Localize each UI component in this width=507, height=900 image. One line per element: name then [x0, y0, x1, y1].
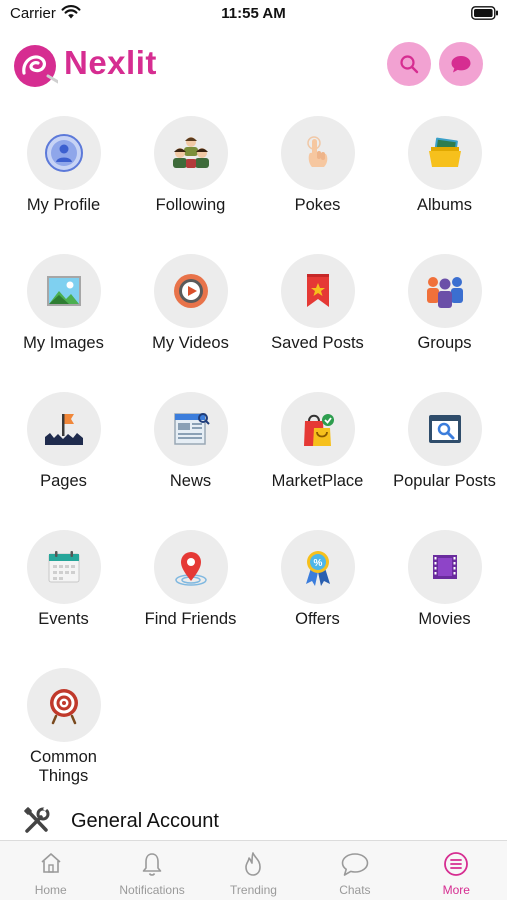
- menu-item-following[interactable]: Following: [127, 116, 254, 215]
- battery-icon: [471, 6, 498, 20]
- tab-more[interactable]: More: [406, 841, 507, 900]
- status-time: 11:55 AM: [221, 5, 286, 22]
- menu-label: Saved Posts: [271, 334, 364, 352]
- menu-label: Pokes: [294, 196, 341, 214]
- chat-icon: [451, 56, 471, 73]
- following-icon: [172, 137, 209, 168]
- menu-item-saved-posts[interactable]: Saved Posts: [254, 254, 381, 353]
- menu-label: Groups: [417, 334, 472, 352]
- chat-bubble-icon: [341, 853, 369, 876]
- marketplace-icon: [303, 414, 334, 446]
- images-icon: [46, 276, 81, 306]
- menu-item-events[interactable]: Events: [0, 530, 127, 629]
- popular-posts-icon: [428, 415, 461, 443]
- news-icon: [173, 413, 210, 445]
- menu-item-popular-posts[interactable]: Popular Posts: [381, 392, 507, 491]
- menu-label: Pages: [40, 472, 87, 490]
- pages-icon: [44, 414, 83, 445]
- menu-label: Following: [155, 196, 226, 214]
- tools-icon: [24, 806, 50, 833]
- menu-item-common-things[interactable]: Common Things: [0, 668, 127, 786]
- menu-item-my-profile[interactable]: My Profile: [0, 116, 127, 215]
- status-bar: Carrier 11:55 AM: [0, 0, 507, 30]
- general-account-row[interactable]: General Account: [0, 804, 507, 840]
- menu-label: Events: [38, 610, 89, 628]
- search-button[interactable]: [387, 42, 431, 86]
- general-account-label: General Account: [71, 810, 219, 832]
- albums-icon: [428, 137, 461, 167]
- menu-item-albums[interactable]: Albums: [381, 116, 507, 215]
- tab-label: Notifications: [119, 883, 185, 897]
- tab-notifications[interactable]: Notifications: [101, 841, 202, 900]
- groups-icon: [426, 277, 463, 308]
- menu-item-my-videos[interactable]: My Videos: [127, 254, 254, 353]
- saved-posts-icon: [306, 274, 329, 307]
- menu-item-movies[interactable]: Movies: [381, 530, 507, 629]
- find-friends-icon: [174, 552, 207, 586]
- chat-button[interactable]: [439, 42, 483, 86]
- tab-label: Chats: [339, 883, 371, 897]
- profile-icon: [44, 134, 83, 172]
- menu-item-news[interactable]: News: [127, 392, 254, 491]
- app-header: Nexlit: [0, 34, 507, 96]
- menu-label: News: [169, 472, 212, 490]
- tab-label: Home: [34, 883, 67, 897]
- flame-icon: [245, 852, 262, 876]
- menu-item-groups[interactable]: Groups: [381, 254, 507, 353]
- menu-item-find-friends[interactable]: Find Friends: [127, 530, 254, 629]
- logo-icon: [14, 45, 58, 87]
- menu-label: Offers: [295, 610, 340, 628]
- common-things-icon: [49, 689, 78, 725]
- menu-item-my-images[interactable]: My Images: [0, 254, 127, 353]
- menu-item-pokes[interactable]: Pokes: [254, 116, 381, 215]
- tab-label: More: [442, 883, 470, 897]
- tab-bar: Home Notifications Trending Chats More: [0, 840, 507, 900]
- menu-label: My Videos: [152, 334, 229, 352]
- offers-icon: %: [305, 551, 330, 586]
- menu-item-offers[interactable]: % Offers: [254, 530, 381, 629]
- videos-icon: [173, 274, 208, 308]
- menu-item-marketplace[interactable]: MarketPlace: [254, 392, 381, 491]
- home-icon: [41, 853, 61, 873]
- tab-chats[interactable]: Chats: [304, 841, 405, 900]
- events-icon: [48, 551, 79, 583]
- menu-label: Common Things: [30, 748, 97, 785]
- menu-icon: [444, 852, 469, 876]
- menu-label: Find Friends: [144, 610, 237, 628]
- tab-home[interactable]: Home: [0, 841, 101, 900]
- menu-label: Albums: [416, 196, 473, 214]
- tab-trending[interactable]: Trending: [203, 841, 304, 900]
- menu-item-pages[interactable]: Pages: [0, 392, 127, 491]
- menu-label: MarketPlace: [271, 472, 364, 490]
- logo-text: Nexlit: [64, 44, 157, 81]
- poke-icon: [306, 136, 327, 167]
- tab-label: Trending: [230, 883, 277, 897]
- svg-text:%: %: [313, 558, 322, 569]
- menu-label: Popular Posts: [393, 472, 496, 490]
- menu-label: My Profile: [26, 196, 101, 214]
- menu-label: Movies: [418, 610, 471, 628]
- movies-icon: [432, 555, 457, 579]
- bell-icon: [142, 853, 162, 876]
- search-icon: [400, 55, 419, 74]
- menu-label: My Images: [23, 334, 104, 352]
